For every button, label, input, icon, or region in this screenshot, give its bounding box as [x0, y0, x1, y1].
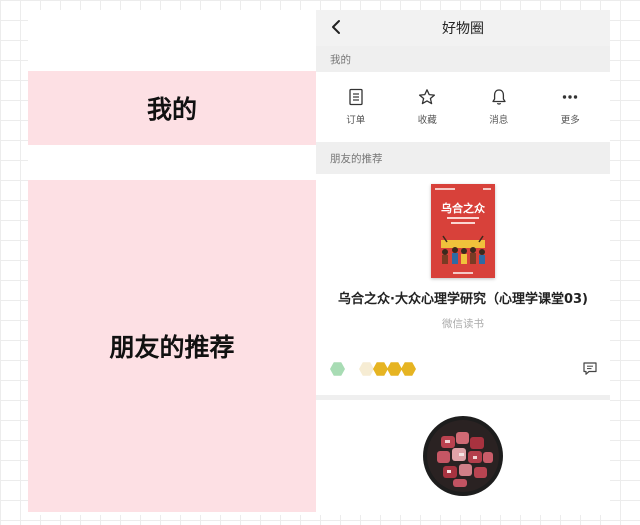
avatar: [330, 362, 345, 376]
phone-screen: 好物圈 我的 订单 收藏 消息 更多 朋友的推荐 乌合之众 乌合之众·大众心理学…: [316, 10, 610, 515]
avatar: [373, 362, 388, 376]
messages-button[interactable]: 消息: [469, 88, 529, 126]
recommend-card-2[interactable]: [316, 400, 610, 515]
section-header-recommend: 朋友的推荐: [316, 142, 610, 174]
star-icon: [419, 89, 436, 105]
crowd-illustration: [441, 235, 485, 264]
annotation-recommend: 朋友的推荐: [28, 180, 316, 512]
messages-label: 消息: [489, 115, 509, 126]
section-header-mine: 我的: [316, 46, 610, 72]
food-image: [423, 416, 503, 496]
annotation-mine: 我的: [28, 71, 316, 145]
nav-bar: 好物圈: [316, 10, 610, 46]
avatar: [401, 362, 416, 376]
card-source: 微信读书: [442, 318, 484, 330]
document-icon: [349, 88, 363, 106]
more-label: 更多: [560, 115, 580, 126]
mine-icon-row: 订单 收藏 消息 更多: [316, 72, 610, 142]
card-footer: [316, 343, 610, 395]
orders-label: 订单: [346, 115, 366, 126]
comment-button[interactable]: [582, 361, 598, 380]
avatar: [359, 362, 374, 376]
page-title: 好物圈: [442, 21, 484, 37]
chevron-left-icon: [332, 20, 340, 34]
recommend-card[interactable]: 乌合之众 乌合之众·大众心理学研究（心理学课堂03) 微信读书: [316, 174, 610, 395]
comment-icon: [583, 362, 597, 375]
card-title[interactable]: 乌合之众·大众心理学研究（心理学课堂03): [316, 290, 610, 310]
favorites-button[interactable]: 收藏: [397, 88, 457, 126]
orders-button[interactable]: 订单: [326, 88, 386, 126]
more-icon: [563, 95, 578, 99]
favorites-label: 收藏: [417, 115, 437, 126]
back-button[interactable]: [326, 16, 346, 38]
more-button[interactable]: 更多: [540, 88, 600, 126]
book-cover-image: 乌合之众: [431, 184, 495, 278]
avatar: [387, 362, 402, 376]
friend-avatars[interactable]: [330, 362, 416, 377]
book-cover-title: 乌合之众: [441, 202, 485, 215]
bell-icon: [492, 89, 506, 105]
